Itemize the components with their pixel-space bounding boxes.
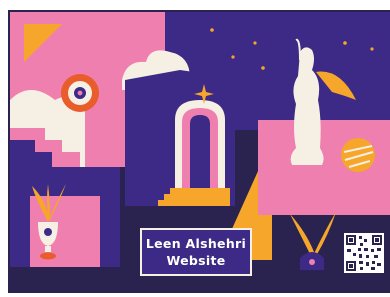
poster: Leen Alshehri Website — [0, 0, 390, 297]
eye-icon — [61, 74, 99, 112]
title-line-2: Website — [166, 253, 226, 268]
title-label: Leen Alshehri Website — [140, 228, 252, 276]
title-line-1: Leen Alshehri — [145, 236, 247, 251]
qr-code-icon[interactable] — [344, 233, 384, 273]
moon-icon — [341, 138, 375, 172]
pink-panel-right — [258, 120, 390, 215]
